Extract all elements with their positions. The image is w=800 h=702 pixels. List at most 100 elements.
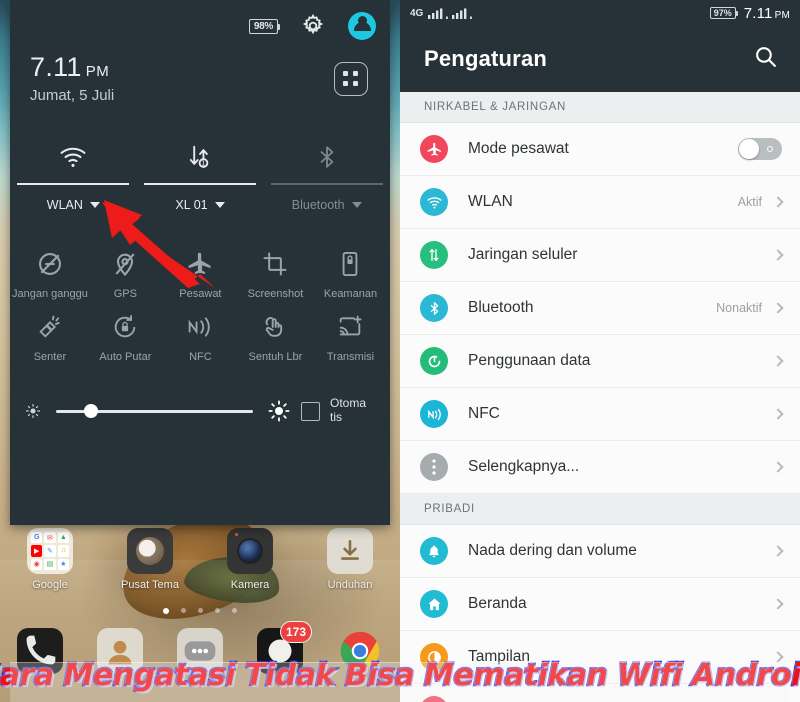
gear-icon[interactable] [300, 13, 326, 39]
dock-item-gallery[interactable]: 173 [240, 621, 320, 674]
dock-item-chrome[interactable] [320, 628, 400, 674]
tile-auto-putar[interactable]: Auto Putar [88, 310, 163, 363]
setting-item-bluetooth[interactable]: Bluetooth Nonaktif [400, 282, 800, 335]
bell-icon [420, 537, 448, 565]
quick-settings-clock: 7.11 PM Jumat, 5 Juli [30, 52, 114, 104]
clock-date: Jumat, 5 Juli [30, 87, 115, 104]
settings-app-bar: Pengaturan [400, 26, 800, 92]
setting-item-jaringan-seluler[interactable]: Jaringan seluler [400, 229, 800, 282]
brightness-slider[interactable] [56, 403, 253, 419]
setting-item-tampilan[interactable]: Tampilan [400, 631, 800, 684]
tile-keamanan[interactable]: Keamanan [313, 247, 388, 300]
red-arrow-annotation [102, 200, 215, 288]
section-header-personal: PRIBADI [400, 494, 800, 525]
setting-item-nada-dering[interactable]: Nada dering dan volume [400, 525, 800, 578]
airplane-mode-switch[interactable] [738, 138, 782, 160]
status-clock: 7.11 PM [743, 4, 790, 22]
security-icon [336, 247, 364, 281]
setting-item-nfc[interactable]: NFC [400, 388, 800, 441]
setting-item-layar-terkunci[interactable]: Layar terkunci [400, 684, 800, 702]
clock-time: 7.11 PM [30, 52, 110, 82]
tile-senter[interactable]: Senter [12, 310, 88, 363]
google-folder-icon: G ✉ ▲ ▶ ✎ ♫ ◉ ▤ ★ [27, 528, 73, 574]
chevron-right-icon [772, 598, 784, 610]
tile-label: Pesawat [179, 288, 222, 300]
phone-icon [17, 628, 63, 674]
tile-label: Sentuh Lbr [248, 351, 303, 363]
network-type-label: 4G [410, 7, 424, 19]
home-app-google[interactable]: G ✉ ▲ ▶ ✎ ♫ ◉ ▤ ★ Google [0, 528, 100, 591]
setting-item-label: Beranda [468, 595, 527, 612]
tile-screenshot[interactable]: Screenshot [238, 247, 313, 300]
setting-item-selengkapnya[interactable]: Selengkapnya... [400, 441, 800, 494]
setting-item-beranda[interactable]: Beranda [400, 578, 800, 631]
tile-nfc[interactable]: NFC [163, 310, 238, 363]
setting-item-label: NFC [468, 405, 500, 422]
quick-settings-top-icons: 98% [248, 12, 376, 40]
data-transfer-icon: 1 [185, 134, 215, 180]
setting-item-value: Aktif [737, 195, 762, 209]
tile-label: Senter [33, 351, 67, 363]
gallery-icon: 173 [257, 621, 312, 674]
toggle-wlan-label[interactable]: WLAN [47, 198, 100, 212]
search-icon[interactable] [753, 44, 778, 74]
tile-jangan-ganggu[interactable]: Jangan ganggu [12, 247, 88, 300]
dock-item-contacts[interactable] [80, 628, 160, 674]
brightness-low-icon [24, 402, 42, 420]
tile-sentuh-lbr[interactable]: Sentuh Lbr [238, 310, 313, 363]
battery-indicator: 98% [248, 18, 281, 34]
apps-grid-icon[interactable] [334, 62, 368, 96]
toggle-bluetooth-label[interactable]: Bluetooth [292, 198, 362, 212]
bluetooth-icon [314, 134, 340, 180]
setting-item-mode-pesawat[interactable]: Mode pesawat [400, 123, 800, 176]
user-avatar-icon[interactable] [348, 12, 376, 40]
setting-item-label: Bluetooth [468, 299, 534, 316]
right-phone-settings: 4G 97% 7.11 PM Pengaturan NIRKABEL & JAR… [400, 0, 800, 702]
home-app-label: Google [32, 579, 68, 591]
tile-label: Screenshot [247, 288, 304, 300]
theme-center-icon [127, 528, 173, 574]
home-app-label: Kamera [230, 579, 270, 591]
home-app-label: Unduhan [327, 579, 373, 591]
home-app-row: G ✉ ▲ ▶ ✎ ♫ ◉ ▤ ★ Google Pusat Tema Kame… [0, 528, 400, 591]
home-app-unduhan[interactable]: Unduhan [300, 528, 400, 591]
setting-item-label: Penggunaan data [468, 352, 591, 369]
brightness-high-icon [267, 399, 291, 423]
auto-brightness-checkbox[interactable] [301, 401, 320, 421]
home-icon [420, 590, 448, 618]
setting-item-label: Selengkapnya... [468, 458, 580, 475]
do-not-disturb-icon [36, 247, 64, 281]
nfc-icon [420, 400, 448, 428]
downloads-icon [327, 528, 373, 574]
nfc-icon [185, 310, 215, 344]
data-usage-icon [420, 347, 448, 375]
home-app-pusat-tema[interactable]: Pusat Tema [100, 528, 200, 591]
chevron-down-icon[interactable] [351, 201, 362, 208]
dock-item-phone[interactable] [0, 628, 80, 674]
home-app-kamera[interactable]: Kamera [200, 528, 300, 591]
home-dock: 173 [0, 621, 400, 674]
contacts-icon [97, 628, 143, 674]
system-status-bar: 4G 97% 7.11 PM [400, 0, 800, 26]
setting-item-value: Nonaktif [716, 301, 762, 315]
home-app-label: Pusat Tema [121, 579, 179, 591]
slider-knob[interactable] [83, 404, 98, 418]
wifi-icon [58, 134, 88, 180]
toggle-bluetooth[interactable]: Bluetooth [263, 134, 390, 235]
cast-icon [336, 310, 364, 344]
chevron-right-icon [772, 545, 784, 557]
bluetooth-icon [420, 294, 448, 322]
camera-icon [227, 528, 273, 574]
chevron-right-icon [772, 355, 784, 367]
flashlight-icon [36, 310, 64, 344]
chrome-icon [337, 628, 383, 674]
page-title: Pengaturan [424, 46, 548, 71]
display-icon [420, 643, 448, 671]
dock-item-messages[interactable] [160, 628, 240, 674]
setting-item-penggunaan-data[interactable]: Penggunaan data [400, 335, 800, 388]
tile-transmisi[interactable]: Transmisi [313, 310, 388, 363]
touch-assist-icon [261, 310, 289, 344]
setting-item-wlan[interactable]: WLAN Aktif [400, 176, 800, 229]
tile-label: Jangan ganggu [12, 288, 88, 300]
setting-item-label: WLAN [468, 193, 513, 210]
